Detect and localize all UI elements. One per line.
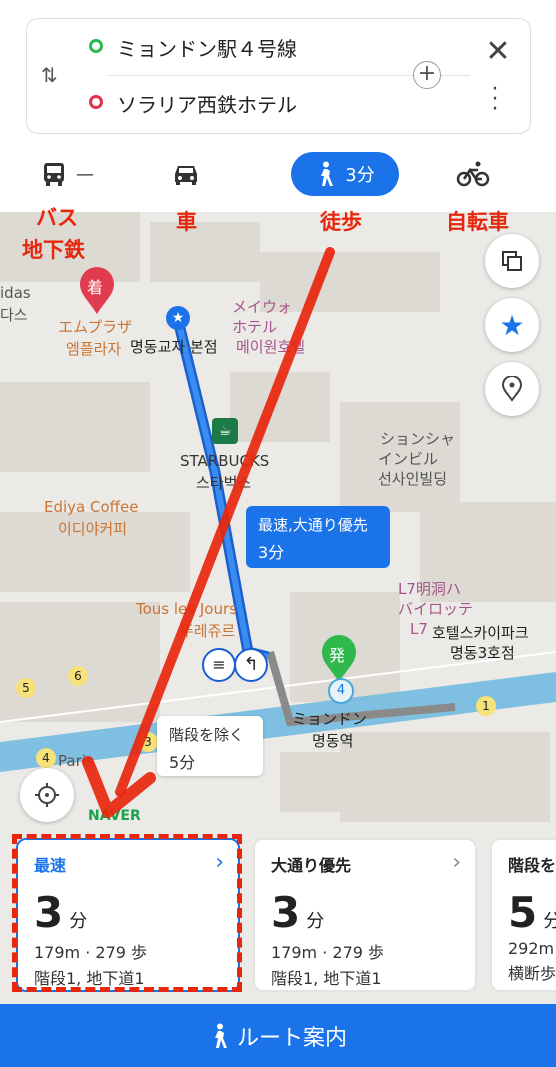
car-icon (175, 166, 197, 185)
bus-icon (44, 163, 64, 186)
walk-icon (214, 1023, 227, 1048)
more-options-icon[interactable]: · · · (485, 79, 505, 121)
annotation-highlight-box (12, 834, 242, 992)
route-header: ⇅ ミョンドン駅４号線 ソラリア西鉄ホテル + ✕ · · · — 3分 (0, 0, 556, 212)
destination-field[interactable]: ソラリア西鉄ホテル (117, 89, 297, 118)
walk-icon (321, 161, 334, 186)
start-navigation-button[interactable]: ルート案内 (0, 1004, 556, 1067)
tab-bus[interactable]: — (40, 152, 110, 196)
walk-time: 3分 (345, 165, 375, 186)
route-input-box: ⇅ ミョンドン駅４号線 ソラリア西鉄ホテル + ✕ · · · (26, 18, 531, 134)
origin-dot-icon (89, 39, 103, 53)
bus-time: — (76, 163, 94, 185)
destination-dot-icon (89, 95, 103, 109)
start-navigation-label: ルート案内 (236, 1025, 347, 1051)
add-waypoint-button[interactable]: + (413, 61, 441, 89)
annotation-walk: 徒歩 (320, 210, 362, 234)
tab-bike[interactable] (456, 152, 496, 196)
tab-car[interactable] (170, 152, 210, 196)
close-icon[interactable]: ✕ (483, 37, 513, 67)
bike-icon (456, 161, 490, 187)
annotation-subway: 地下鉄 (22, 238, 85, 262)
annotation-bike: 自転車 (446, 210, 509, 234)
annotation-car: 車 (176, 210, 197, 234)
origin-field[interactable]: ミョンドン駅４号線 (117, 33, 297, 62)
tab-walk[interactable]: 3分 (291, 152, 399, 196)
annotation-bus: バス (36, 206, 78, 230)
swap-icon[interactable]: ⇅ (41, 63, 65, 87)
